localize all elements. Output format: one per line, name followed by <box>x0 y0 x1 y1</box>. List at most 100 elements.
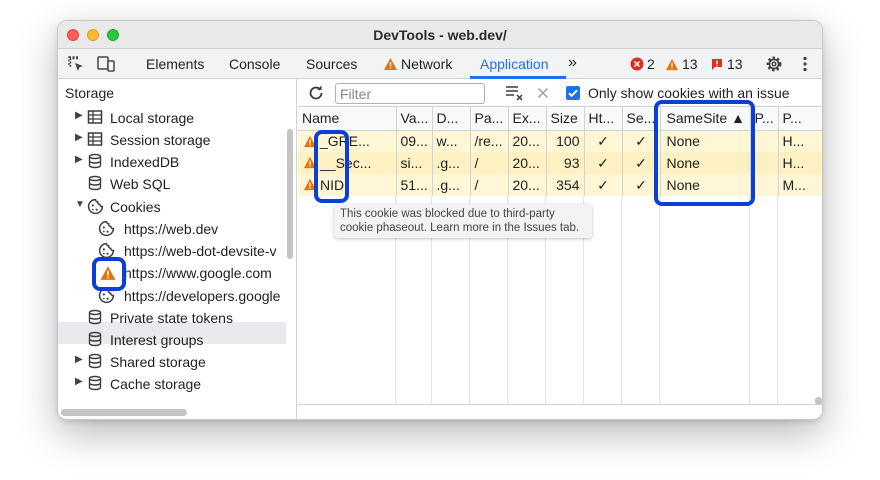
more-tabs-button[interactable]: » <box>568 54 577 72</box>
warning-icon <box>303 156 317 169</box>
sidebar-item-label: IndexedDB <box>110 154 180 170</box>
tab-console[interactable]: Console <box>229 56 280 72</box>
only-issues-label: Only show cookies with an issue <box>588 85 790 101</box>
expand-arrow-icon[interactable]: ▶ <box>75 110 83 121</box>
tab-application[interactable]: Application <box>480 56 549 72</box>
devtools-window: DevTools - web.dev/ Elements Console Sou… <box>57 20 823 420</box>
tooltip-line-2: cookie phaseout. Learn more in the Issue… <box>340 222 580 234</box>
cell-size: 93 <box>546 152 585 174</box>
filter-input[interactable] <box>335 83 485 104</box>
cell-httponly: ✓ <box>584 174 623 196</box>
sidebar-vertical-scrollbar[interactable] <box>287 129 293 259</box>
warning-icon <box>665 58 679 70</box>
storage-header: Storage <box>65 85 115 101</box>
column-header-path[interactable]: Pa... <box>470 107 509 131</box>
sidebar-item-cookie-google[interactable]: https://www.google.com <box>98 262 286 284</box>
cell-expires: 20... <box>508 152 547 174</box>
refresh-icon[interactable] <box>307 84 325 102</box>
column-header-domain[interactable]: D... <box>432 107 471 131</box>
sidebar-item-label: https://www.google.com <box>124 265 272 281</box>
cookie-name: _GRE... <box>320 133 370 150</box>
cell-secure: ✓ <box>622 174 661 196</box>
sidebar-item-label: Web SQL <box>110 176 171 192</box>
warning-icon <box>303 135 317 147</box>
more-options-icon[interactable] <box>802 56 808 72</box>
sidebar-item-label: https://developers.google <box>124 288 281 304</box>
expand-arrow-icon[interactable]: ▶ <box>75 354 83 365</box>
table-row[interactable]: _GRE... 09... w... /re... 20... 100 ✓ ✓ … <box>298 130 822 152</box>
column-header-samesite[interactable]: SameSite ▲ <box>660 107 751 131</box>
database-icon <box>88 331 102 347</box>
column-header-secure[interactable]: Se... <box>622 107 661 131</box>
cell-path: / <box>470 152 509 174</box>
network-warning-icon <box>384 58 397 70</box>
cell-value: si... <box>396 152 433 174</box>
warnings-badge[interactable]: 13 <box>665 56 698 72</box>
cell-samesite: None <box>660 152 751 174</box>
only-issues-checkbox[interactable] <box>566 86 580 100</box>
column-header-httponly[interactable]: Ht... <box>584 107 623 131</box>
cell-httponly: ✓ <box>584 130 623 152</box>
cookies-table: Name Va... D... Pa... Ex... Size Ht... S… <box>298 107 822 196</box>
expand-arrow-icon[interactable]: ▶ <box>75 132 83 143</box>
cell-path: /re... <box>470 130 509 152</box>
tab-network[interactable]: Network <box>401 56 452 72</box>
sidebar-item-label: Shared storage <box>110 354 206 370</box>
warnings-count: 13 <box>682 56 698 72</box>
clear-filtered-cookies-icon[interactable] <box>505 84 525 102</box>
tab-sources[interactable]: Sources <box>306 56 357 72</box>
sidebar-item-label: Private state tokens <box>110 310 233 326</box>
issues-badge[interactable]: 13 <box>710 56 743 72</box>
storage-sidebar: Storage ▶ Local storage ▶ Session storag… <box>58 79 297 419</box>
cell-expires: 20... <box>508 130 547 152</box>
cell-value: 09... <box>396 130 433 152</box>
cookies-panel: Only show cookies with an issue Name Va. <box>298 79 822 419</box>
expand-arrow-icon[interactable]: ▶ <box>75 376 83 387</box>
sidebar-item-cookie-developers-google[interactable]: https://developers.google <box>98 285 286 307</box>
tab-elements[interactable]: Elements <box>146 56 204 72</box>
errors-count: 2 <box>647 56 655 72</box>
errors-badge[interactable]: 2 <box>630 56 655 72</box>
expand-arrow-icon[interactable]: ▶ <box>75 154 83 165</box>
column-header-partition-key[interactable]: P... <box>750 107 779 131</box>
column-header-value[interactable]: Va... <box>396 107 433 131</box>
column-header-priority[interactable]: P... <box>778 107 822 131</box>
error-icon <box>630 57 644 71</box>
column-header-size[interactable]: Size <box>546 107 585 131</box>
database-icon <box>88 175 102 191</box>
devtools-toolbar: Elements Console Sources Network Applica… <box>58 49 822 79</box>
cell-domain: w... <box>432 130 471 152</box>
column-header-expires[interactable]: Ex... <box>508 107 547 131</box>
window-title: DevTools - web.dev/ <box>373 27 507 43</box>
sidebar-item-cookie-web-dot-devsite[interactable]: https://web-dot-devsite-v <box>98 240 286 262</box>
sidebar-horizontal-scrollbar[interactable] <box>61 409 187 416</box>
cell-samesite: None <box>660 130 751 152</box>
cell-domain: .g... <box>432 174 471 196</box>
cell-priority: H... <box>778 130 822 152</box>
cell-priority: M... <box>778 174 822 196</box>
table-scrollbar[interactable] <box>815 397 822 405</box>
sidebar-item-label: https://web-dot-devsite-v <box>124 243 277 259</box>
cell-secure: ✓ <box>622 130 661 152</box>
table-icon <box>87 132 103 146</box>
settings-gear-icon[interactable] <box>764 54 784 74</box>
column-header-name[interactable]: Name <box>298 107 397 131</box>
table-row[interactable]: NID 51... .g... / 20... 354 ✓ ✓ None M..… <box>298 174 822 196</box>
cell-name: __Sec... <box>298 152 397 174</box>
cell-expires: 20... <box>508 174 547 196</box>
table-icon <box>87 110 103 124</box>
checkmark-icon <box>568 89 578 98</box>
delete-selected-icon[interactable] <box>537 87 549 99</box>
sidebar-item-label: Cookies <box>110 199 161 215</box>
cookie-icon <box>87 198 104 215</box>
inspect-element-icon[interactable] <box>67 55 85 73</box>
table-row[interactable]: __Sec... si... .g... / 20... 93 ✓ ✓ None… <box>298 152 822 174</box>
cell-value: 51... <box>396 174 433 196</box>
device-toolbar-icon[interactable] <box>96 55 116 73</box>
cell-name: NID <box>298 174 397 196</box>
database-icon <box>88 153 102 169</box>
database-icon <box>88 353 102 369</box>
collapse-arrow-icon[interactable]: ▼ <box>75 199 85 210</box>
sidebar-item-label: Session storage <box>110 132 211 148</box>
cell-name: _GRE... <box>298 130 397 152</box>
